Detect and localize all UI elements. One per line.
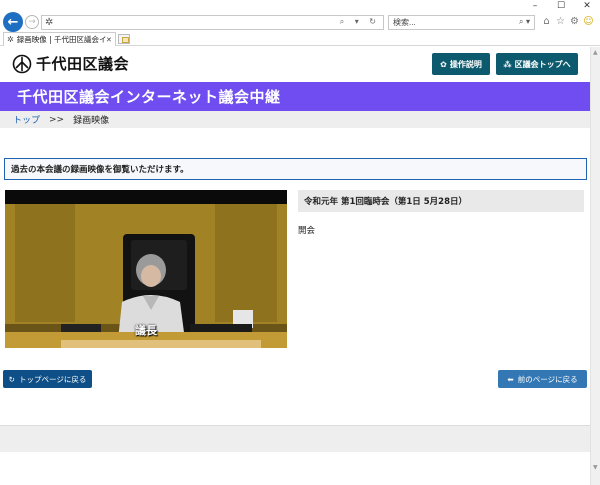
home-icon[interactable]: ⌂ (541, 16, 552, 27)
manual-button-label: 操作説明 (449, 59, 482, 69)
breadcrumb-separator: >> (49, 114, 65, 125)
page-content: 千代田区議会 ✿ 操作説明 ⁂ 区議会トップへ 千代田区議会インターネット議会中… (0, 47, 590, 485)
back-to-previous-button[interactable]: ⬅ 前のページに戻る (498, 370, 587, 388)
notice-box: 過去の本会議の録画映像を御覧いただけます。 (4, 158, 587, 180)
video-caption: 議長 (135, 324, 157, 337)
council-top-button[interactable]: ⁂ 区議会トップへ (496, 53, 578, 75)
page-footer (0, 425, 590, 452)
browser-tab-active[interactable]: ✲ 録画映像 | 千代田区議会イ... ✕ (3, 32, 116, 46)
agenda-item[interactable]: 開会 (298, 224, 315, 236)
site-name: 千代田区議会 (36, 55, 130, 73)
minimize-button[interactable]: – (522, 0, 548, 12)
network-icon: ⁂ (503, 59, 512, 69)
chiyoda-emblem-icon (12, 54, 32, 73)
scroll-down-arrow-icon[interactable]: ▼ (593, 464, 598, 471)
feedback-smiley-icon[interactable]: ☺ (583, 16, 594, 27)
return-arrow-icon: ↻ (8, 374, 15, 384)
close-window-button[interactable]: ✕ (574, 0, 600, 12)
back-to-top-button[interactable]: ↻ トップページに戻る (3, 370, 92, 388)
gear-icon: ✿ (440, 59, 447, 69)
back-to-previous-label: 前のページに戻る (517, 374, 578, 384)
back-to-top-label: トップページに戻る (18, 374, 87, 384)
favorites-star-icon[interactable]: ☆ (555, 16, 566, 27)
address-actions-icon[interactable]: ⌕ ▾ ↻ (340, 17, 380, 27)
site-favicon-icon: ✲ (45, 17, 54, 28)
site-header: 千代田区議会 ✿ 操作説明 ⁂ 区議会トップへ (0, 47, 590, 81)
browser-toolbar: ⌂ ☆ ⚙ ☺ (541, 16, 594, 27)
new-tab-button[interactable] (118, 34, 130, 44)
video-player[interactable]: 議長 (5, 190, 287, 348)
scroll-up-arrow-icon[interactable]: ▲ (593, 49, 598, 56)
banner-title: 千代田区議会インターネット議会中継 (17, 88, 281, 106)
browser-nav-bar: ← → ✲ ⌕ ▾ ↻ ⌕ ▾ ⌂ ☆ ⚙ ☺ (0, 12, 600, 32)
browser-forward-button[interactable]: → (25, 15, 39, 29)
window-controls: – ☐ ✕ (522, 0, 600, 12)
session-title-box: 令和元年 第1回臨時会（第1日 5月28日） (298, 190, 584, 212)
forward-arrow-icon: → (28, 17, 36, 27)
maximize-button[interactable]: ☐ (548, 0, 574, 12)
address-input[interactable] (58, 17, 348, 28)
breadcrumb-home-link[interactable]: トップ (13, 113, 40, 126)
settings-gear-icon[interactable]: ⚙ (569, 16, 580, 27)
search-icon[interactable]: ⌕ ▾ (519, 17, 530, 27)
browser-search-input[interactable] (393, 17, 503, 28)
notice-text: 過去の本会議の録画映像を御覧いただけます。 (11, 165, 189, 175)
manual-button[interactable]: ✿ 操作説明 (432, 53, 490, 75)
agenda-item-label: 開会 (298, 226, 316, 236)
breadcrumb: トップ >> 録画映像 (0, 111, 590, 128)
browser-search-bar[interactable]: ⌕ ▾ (388, 15, 535, 30)
tab-favicon-icon: ✲ (7, 35, 14, 44)
left-arrow-icon: ⬅ (507, 374, 514, 384)
address-bar[interactable]: ✲ ⌕ ▾ ↻ (41, 15, 384, 30)
page-scrollbar[interactable]: ▲ ▼ (590, 47, 600, 485)
back-arrow-icon: ← (7, 14, 19, 30)
page-banner: 千代田区議会インターネット議会中継 (0, 82, 590, 111)
session-title: 令和元年 第1回臨時会（第1日 5月28日） (304, 197, 467, 207)
site-logo[interactable]: 千代田区議会 (12, 53, 129, 74)
council-top-button-label: 区議会トップへ (514, 59, 571, 69)
breadcrumb-current: 録画映像 (73, 116, 110, 126)
tab-bar: ✲ 録画映像 | 千代田区議会イ... ✕ (0, 32, 600, 46)
browser-back-button[interactable]: ← (3, 12, 23, 32)
tab-close-icon[interactable]: ✕ (106, 36, 115, 44)
tab-title: 録画映像 | 千代田区議会イ... (16, 35, 106, 44)
